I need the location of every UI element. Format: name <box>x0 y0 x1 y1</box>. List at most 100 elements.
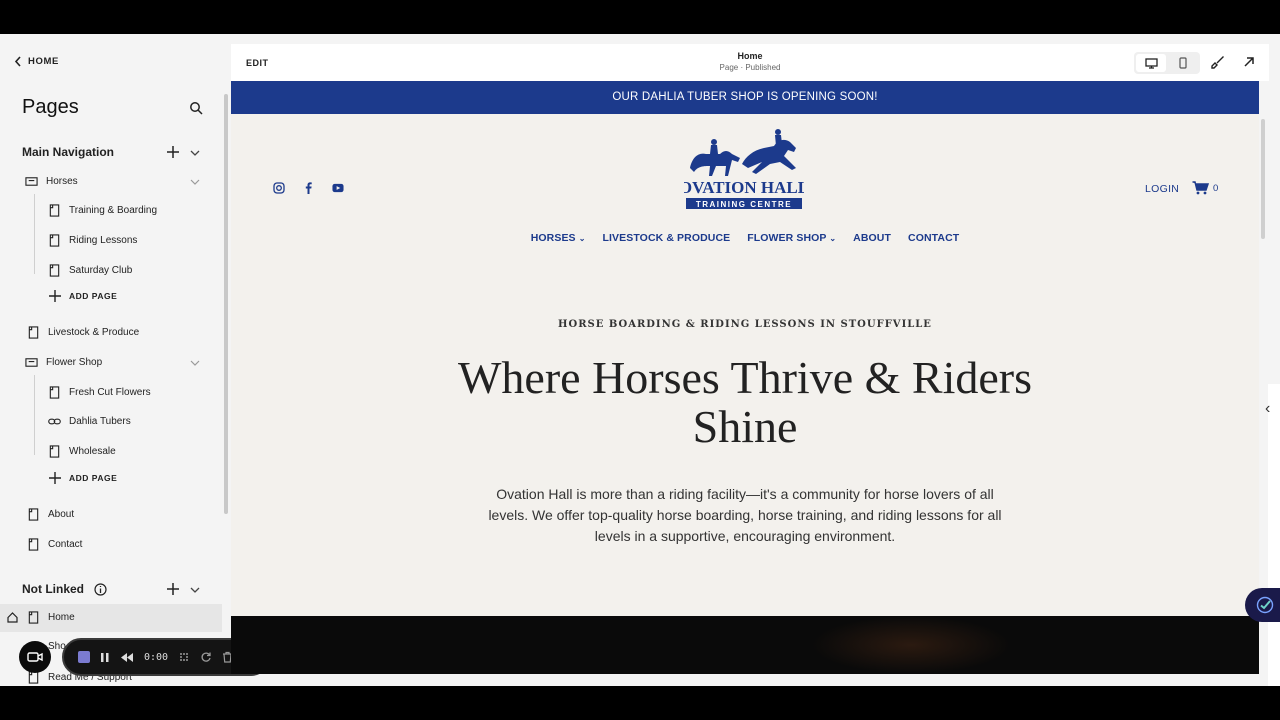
menu-contact[interactable]: CONTACT <box>908 232 959 244</box>
sidebar-item-label: Fresh Cut Flowers <box>69 387 151 398</box>
sidebar-item-label: Livestock & Produce <box>48 327 140 338</box>
recording-timer: 0:00 <box>144 651 169 663</box>
home-icon <box>7 612 18 623</box>
site-preview: OUR DAHLIA TUBER SHOP IS OPENING SOON! O… <box>231 81 1259 674</box>
chevron-down-icon: ⌄ <box>578 234 586 243</box>
arrow-up-right-icon <box>1244 57 1254 67</box>
pause-icon[interactable] <box>100 652 110 663</box>
sidebar-item-riding-lessons[interactable]: Riding Lessons <box>48 234 137 247</box>
svg-text:OVATION HALL: OVATION HALL <box>684 178 804 197</box>
stop-recording-button[interactable] <box>78 651 90 663</box>
folder-icon <box>25 358 38 367</box>
back-home-label: HOME <box>28 56 59 67</box>
menu-label: FLOWER SHOP <box>747 232 827 244</box>
sidebar-item-dahlia-tubers[interactable]: Dahlia Tubers <box>48 415 131 428</box>
menu-horses[interactable]: HORSES ⌄ <box>531 232 586 244</box>
sidebar-item-home[interactable]: Home <box>27 611 75 624</box>
sidebar-item-fresh-cut-flowers[interactable]: Fresh Cut Flowers <box>48 386 151 399</box>
preview-scrollbar[interactable] <box>1261 119 1265 239</box>
video-camera-icon <box>27 652 43 662</box>
page-icon <box>28 611 39 624</box>
check-circle-icon <box>1256 596 1274 614</box>
youtube-icon[interactable] <box>332 182 344 194</box>
add-icon <box>49 290 61 302</box>
paintbrush-icon <box>1211 56 1224 69</box>
sidebar-item-flower-shop[interactable]: Flower Shop <box>25 356 102 369</box>
page-status: Page · Published <box>719 63 781 72</box>
right-panel-edge <box>1268 384 1280 686</box>
facebook-icon[interactable] <box>302 182 314 194</box>
cart-icon <box>1192 181 1209 195</box>
sidebar-item-contact[interactable]: Contact <box>27 538 82 551</box>
menu-flower-shop[interactable]: FLOWER SHOP ⌄ <box>747 232 836 244</box>
sidebar-item-saturday-club[interactable]: Saturday Club <box>48 264 132 277</box>
cart-button[interactable]: 0 <box>1192 181 1218 195</box>
login-link[interactable]: LOGIN <box>1145 183 1179 195</box>
site-main-menu: HORSES ⌄ LIVESTOCK & PRODUCE FLOWER SHOP… <box>231 232 1259 244</box>
announcement-bar[interactable]: OUR DAHLIA TUBER SHOP IS OPENING SOON! <box>231 81 1259 114</box>
hero-description: Ovation Hall is more than a riding facil… <box>488 486 1002 544</box>
svg-text:TRAINING CENTRE: TRAINING CENTRE <box>696 200 792 209</box>
editor-screen: HOME Pages Main Navigation Horses Traini… <box>0 34 1280 686</box>
add-page-button[interactable]: ADD PAGE <box>49 472 117 484</box>
add-icon <box>49 472 61 484</box>
menu-livestock[interactable]: LIVESTOCK & PRODUCE <box>603 232 731 244</box>
hero-headline: Where Horses Thrive & Riders Shine <box>458 352 1032 452</box>
rewind-icon[interactable] <box>120 652 134 663</box>
site-logo[interactable]: OVATION HALL TRAINING CENTRE <box>679 128 809 212</box>
chevron-down-icon[interactable] <box>190 148 200 158</box>
page-icon <box>28 538 39 551</box>
hero-image <box>811 616 1011 674</box>
add-page-label: ADD PAGE <box>69 473 118 483</box>
add-icon[interactable] <box>167 583 179 595</box>
sidebar-item-label: Contact <box>48 539 83 550</box>
back-home-link[interactable]: HOME <box>14 56 59 67</box>
page-icon <box>49 445 60 458</box>
info-icon[interactable] <box>94 582 107 596</box>
menu-about[interactable]: ABOUT <box>853 232 891 244</box>
page-icon <box>49 234 60 247</box>
open-external-button[interactable] <box>1241 54 1257 70</box>
sidebar-item-label: Horses <box>46 176 78 187</box>
desktop-icon <box>1144 57 1158 69</box>
checklist-badge[interactable] <box>1245 588 1280 622</box>
mobile-view-button[interactable] <box>1168 54 1198 72</box>
add-page-button[interactable]: ADD PAGE <box>49 290 117 302</box>
sidebar-item-label: Home <box>48 612 75 623</box>
sidebar-item-label: Dahlia Tubers <box>69 416 131 427</box>
sidebar-item-about[interactable]: About <box>27 508 74 521</box>
tree-line <box>34 194 35 274</box>
camera-toggle-button[interactable] <box>19 641 51 673</box>
grip-icon[interactable] <box>178 651 190 663</box>
sidebar-item-wholesale[interactable]: Wholesale <box>48 445 116 458</box>
chevron-down-icon[interactable] <box>190 358 200 368</box>
instagram-icon[interactable] <box>273 182 285 194</box>
sidebar-item-horses[interactable]: Horses <box>25 175 78 188</box>
add-icon[interactable] <box>167 146 179 158</box>
chevron-left-icon[interactable]: ‹ <box>1265 400 1270 418</box>
not-linked-heading: Not Linked <box>22 582 107 596</box>
pages-title: Pages <box>22 96 79 118</box>
search-icon[interactable] <box>189 101 203 115</box>
sidebar-item-label: Training & Boarding <box>69 205 158 216</box>
not-linked-label: Not Linked <box>22 582 84 596</box>
hero-eyebrow: HORSE BOARDING & RIDING LESSONS IN STOUF… <box>558 319 932 330</box>
sidebar-item-training[interactable]: Training & Boarding <box>48 204 157 217</box>
chevron-left-icon <box>14 56 21 67</box>
pages-sidebar: HOME Pages Main Navigation Horses Traini… <box>0 34 222 686</box>
restart-icon[interactable] <box>200 651 212 663</box>
page-icon <box>28 326 39 339</box>
sidebar-item-label: Saturday Club <box>69 265 133 276</box>
device-toggle <box>1134 52 1200 74</box>
folder-icon <box>25 177 38 186</box>
chevron-down-icon[interactable] <box>190 177 200 187</box>
page-icon <box>49 264 60 277</box>
chevron-down-icon[interactable] <box>190 585 200 595</box>
sidebar-item-label: Riding Lessons <box>69 235 138 246</box>
desktop-view-button[interactable] <box>1136 54 1166 72</box>
sidebar-item-livestock[interactable]: Livestock & Produce <box>27 326 139 339</box>
design-brush-button[interactable] <box>1210 54 1226 70</box>
add-page-label: ADD PAGE <box>69 291 118 301</box>
sidebar-scrollbar[interactable] <box>224 94 228 514</box>
tree-line <box>34 375 35 455</box>
